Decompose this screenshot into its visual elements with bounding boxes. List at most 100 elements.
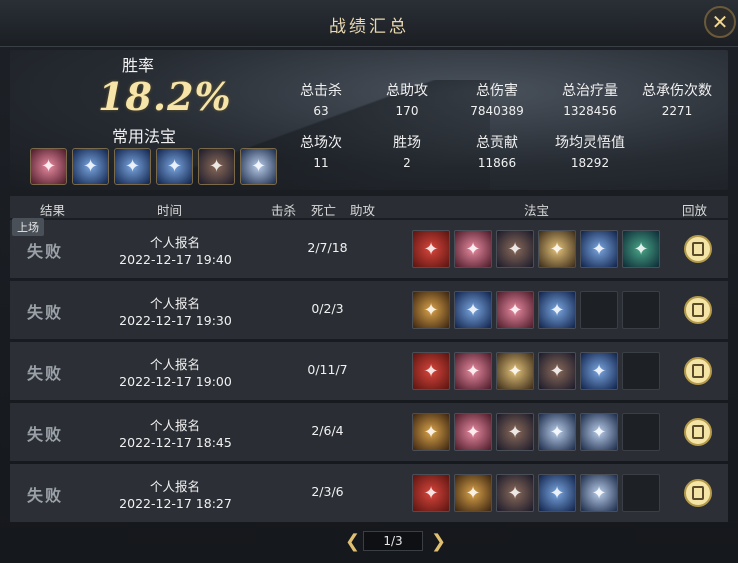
replay-button[interactable] [684,235,712,263]
treasure-icon: ✦ [454,474,492,512]
treasure-glyph: ✦ [507,238,523,260]
treasure-icon: ✦ [412,291,450,329]
replay-scroll-icon [692,303,704,317]
treasure-glyph: ✦ [465,360,481,382]
treasure-glyph: ✦ [591,360,607,382]
axe-icon: ✦ [240,148,277,185]
stat-value: 1328456 [563,104,617,118]
treasure-glyph: ✦ [549,299,565,321]
stat-label: 总承伤次数 [642,83,712,99]
treasure-glyph: ✦ [591,482,607,504]
treasure-icon: ✦ [580,474,618,512]
favorite-treasure-label: 常用法宝 [112,127,177,146]
treasure-icon: ✦ [412,474,450,512]
treasure-icon: ✦ [496,230,534,268]
match-time: 2022-12-17 18:45 [119,435,232,450]
replay-scroll-icon [692,242,704,256]
trident-icon: ✦ [114,148,151,185]
signup-mode: 个人报名 [149,479,200,494]
treasure-icon: ✦ [454,413,492,451]
treasure-icon: ✦ [454,230,492,268]
kda-text: 2/7/18 [307,240,348,255]
treasure-glyph: ✦ [549,482,565,504]
row-treasure-list: ✦ ✦ ✦ ✦ ✦ [412,413,660,451]
treasure-glyph: ✦ [423,421,439,443]
col-deaths: 死亡 [311,203,337,218]
match-time: 2022-12-17 19:30 [119,313,232,328]
stat-value: 2 [403,156,411,170]
result-text: 失败 [27,364,64,383]
treasure-icon: ✦ [580,413,618,451]
treasure-glyph: ✦ [208,156,225,177]
empty-slot [622,352,660,390]
stat-value: 2271 [661,104,693,118]
prev-page-button[interactable]: ❮ [345,531,360,552]
col-time: 时间 [157,203,183,218]
empty-slot [622,291,660,329]
treasure-glyph: ✦ [465,482,481,504]
treasure-glyph: ✦ [591,238,607,260]
row-treasure-list: ✦ ✦ ✦ ✦ [412,291,660,329]
replay-button[interactable] [684,479,712,507]
panel-title: 战绩汇总 [329,17,409,37]
stat-label: 总贡献 [476,135,518,151]
treasure-icon: ✦ [496,291,534,329]
close-button[interactable]: ✕ [704,6,736,38]
dagger-icon: ✦ [72,148,109,185]
treasure-glyph: ✦ [423,482,439,504]
stat-label: 场均灵悟值 [555,135,625,151]
col-replay: 回放 [682,203,708,218]
treasure-glyph: ✦ [82,156,99,177]
signup-mode: 个人报名 [149,296,200,311]
empty-slot [622,474,660,512]
row-treasure-list: ✦ ✦ ✦ ✦ ✦ [412,352,660,390]
result-text: 失败 [27,486,64,505]
treasure-icon: ✦ [454,352,492,390]
winrate-value: 18.2% [98,74,232,119]
stat-item: 总治疗量 1328456 [545,80,635,118]
treasure-glyph: ✦ [166,156,183,177]
treasure-glyph: ✦ [507,482,523,504]
close-icon: ✕ [711,10,729,34]
treasure-glyph: ✦ [465,421,481,443]
result-text: 失败 [27,303,64,322]
treasure-icon: ✦ [538,291,576,329]
row-treasure-list: ✦ ✦ ✦ ✦ ✦ [412,474,660,512]
treasure-glyph: ✦ [250,156,267,177]
treasure-glyph: ✦ [507,421,523,443]
stat-item: 总场次 11 [276,132,366,170]
orb-icon: ✦ [198,148,235,185]
treasure-icon: ✦ [454,291,492,329]
match-time: 2022-12-17 18:27 [119,496,232,511]
stat-value: 63 [313,104,329,118]
stat-label: 总伤害 [476,83,518,99]
page-indicator: 1/3 [363,531,423,551]
stat-value: 11866 [477,156,517,170]
next-page-button[interactable]: ❯ [431,531,446,552]
stat-label: 总助攻 [386,83,428,99]
pagination: ❮ 1/3 ❯ [0,531,738,552]
favorite-treasure-list: ✦ ✦ ✦ ✦ ✦ ✦ [30,148,277,185]
empty-slot [580,291,618,329]
treasure-glyph: ✦ [465,299,481,321]
treasure-icon: ✦ [580,352,618,390]
match-time: 2022-12-17 19:40 [119,252,232,267]
col-assists: 助攻 [350,203,376,218]
treasure-glyph: ✦ [549,360,565,382]
replay-button[interactable] [684,418,712,446]
treasure-icon: ✦ [538,230,576,268]
stat-label: 总治疗量 [562,83,618,99]
treasure-icon: ✦ [538,413,576,451]
stat-label: 胜场 [393,135,421,151]
treasure-glyph: ✦ [124,156,141,177]
treasure-icon: ✦ [496,352,534,390]
stat-item: 总承伤次数 2271 [632,80,722,118]
treasure-glyph: ✦ [507,299,523,321]
stat-item: 总助攻 170 [362,80,452,118]
replay-button[interactable] [684,357,712,385]
stat-label: 总场次 [300,135,342,151]
kda-text: 0/11/7 [307,362,348,377]
replay-scroll-icon [692,364,704,378]
stat-value: 11 [313,156,329,170]
replay-button[interactable] [684,296,712,324]
